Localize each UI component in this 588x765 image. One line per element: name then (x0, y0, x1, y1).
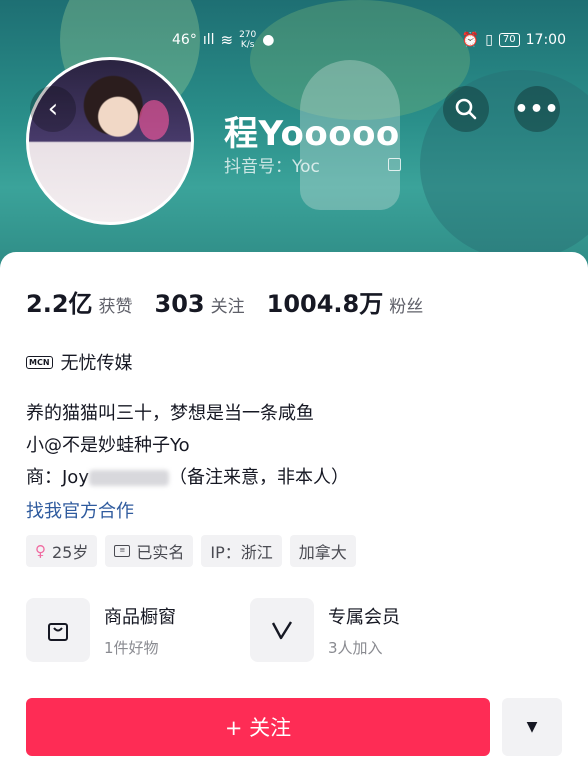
verified-text: 已实名 (136, 543, 185, 562)
following-label: 关注 (210, 297, 245, 317)
profile-tags: ♀ 25岁 ≡ 已实名 IP：浙江 加拿大 (26, 535, 356, 567)
chat-notification-icon: ● (262, 32, 275, 48)
membership-v-icon (250, 598, 314, 662)
official-cooperation-link[interactable]: 找我官方合作 (26, 497, 134, 523)
followers-label: 粉丝 (389, 297, 424, 317)
tag-age: ♀ 25岁 (26, 535, 98, 567)
network-speed: 270 K/s (239, 30, 257, 50)
ip-text: IP：浙江 (210, 543, 273, 562)
clock: 17:00 (525, 32, 566, 48)
stat-likes[interactable]: 2.2亿 获赞 (26, 284, 133, 319)
profile-header: 46° ıll ≋ 270 K/s ● ⏰ ▯ 70 17:00 ‹ 程Yoooo… (0, 0, 588, 268)
id-card-icon: ≡ (114, 545, 131, 557)
alarm-icon: ⏰ (461, 32, 480, 48)
vibrate-icon: ▯ (485, 32, 493, 48)
bio-line: 养的猫猫叫三十，梦想是当一条咸鱼 (26, 403, 314, 424)
age-text: 25岁 (52, 543, 89, 562)
bio-line: 商：Joy （备注来意，非本人） (26, 462, 349, 494)
profile-bio: 养的猫猫叫三十，梦想是当一条咸鱼 小@不是妙蛙种子Yo 商：Joy （备注来意，非… (26, 398, 349, 494)
likes-label: 获赞 (98, 297, 133, 317)
tag-verified[interactable]: ≡ 已实名 (105, 535, 194, 567)
redacted-text (88, 470, 169, 486)
caret-down-icon: ▼ (526, 719, 538, 735)
tag-ip-location: IP：浙江 (201, 535, 282, 567)
follow-button[interactable]: + 关注 (26, 698, 490, 756)
more-actions-dropdown[interactable]: ▼ (502, 698, 562, 756)
following-count: 303 (154, 290, 205, 318)
female-icon: ♀ (35, 542, 46, 560)
search-icon (455, 98, 477, 120)
profile-features: 商品橱窗 1件好物 专属会员 3人加入 (26, 598, 474, 662)
more-options-button[interactable]: ••• (514, 86, 560, 132)
mcn-icon: MCN (26, 355, 53, 369)
profile-card: 2.2亿 获赞 303 关注 1004.8万 粉丝 MCN 无忧传媒 养的猫猫叫… (0, 252, 588, 765)
profile-name: 程Yooooo (224, 114, 400, 154)
feature-subtitle: 3人加入 (328, 638, 383, 657)
feature-shop-window[interactable]: 商品橱窗 1件好物 (26, 598, 250, 662)
copy-icon[interactable] (387, 158, 401, 171)
feature-membership[interactable]: 专属会员 3人加入 (250, 598, 474, 662)
bio-line: 小@不是妙蛙种子Yo (26, 435, 190, 456)
mcn-agency[interactable]: MCN 无忧传媒 (26, 349, 133, 375)
battery-icon: 70 (498, 33, 520, 47)
status-bar-right: ⏰ ▯ 70 17:00 (462, 28, 566, 52)
feature-title: 专属会员 (328, 606, 400, 628)
signal-icon: ıll (202, 32, 215, 48)
feature-subtitle: 1件好物 (104, 638, 159, 657)
mcn-name: 无忧传媒 (60, 353, 133, 374)
wifi-icon: ≋ (220, 31, 234, 49)
back-button[interactable]: ‹ (30, 86, 76, 132)
tag-location: 加拿大 (289, 535, 356, 567)
douyin-id: 抖音号：Yoc (224, 152, 401, 177)
business-contact-note: （备注来意，非本人） (168, 467, 349, 488)
douyin-id-text: 抖音号：Yoc (224, 157, 320, 177)
more-icon: ••• (514, 96, 560, 122)
status-bar-left: 46° ıll ≋ 270 K/s ● (172, 28, 274, 52)
profile-stats: 2.2亿 获赞 303 关注 1004.8万 粉丝 (26, 284, 423, 319)
likes-count: 2.2亿 (26, 290, 93, 318)
followers-count: 1004.8万 (266, 290, 384, 318)
shopping-bag-icon (26, 598, 90, 662)
stat-followers[interactable]: 1004.8万 粉丝 (267, 284, 424, 319)
chevron-left-icon: ‹ (47, 94, 59, 124)
search-button[interactable] (443, 86, 489, 132)
avatar-background-light (139, 100, 169, 140)
stat-following[interactable]: 303 关注 (155, 290, 245, 318)
location-text: 加拿大 (298, 543, 347, 562)
network-type: 46° (172, 32, 197, 48)
avatar[interactable] (26, 57, 194, 225)
feature-title: 商品橱窗 (104, 606, 176, 628)
business-contact-prefix: 商：Joy (26, 467, 89, 488)
